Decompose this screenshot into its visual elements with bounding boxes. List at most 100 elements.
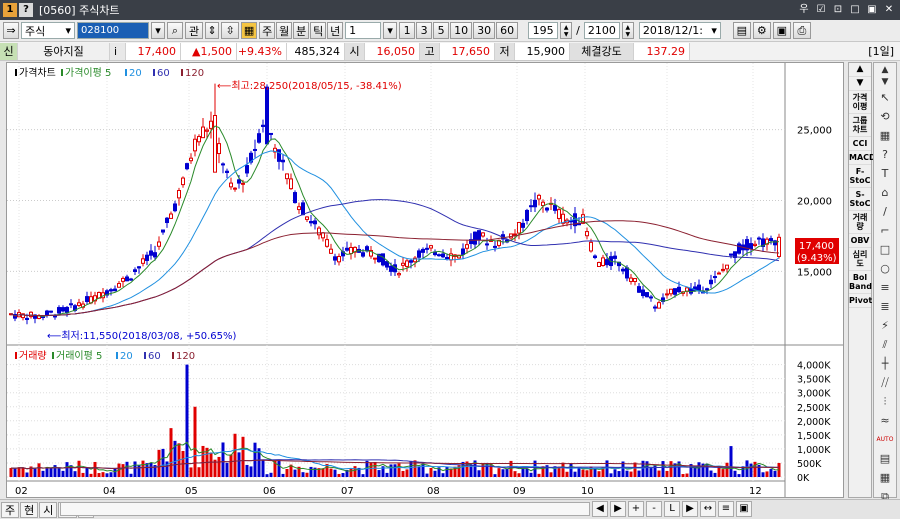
scroll-down-icon[interactable]: ▼	[849, 77, 871, 91]
link-icon[interactable]: ⇒	[3, 22, 19, 39]
drawing-tool-icon[interactable]: ▤	[876, 450, 894, 467]
window-control-1[interactable]: ☑	[814, 2, 828, 17]
period-button[interactable]: 틱	[310, 22, 327, 39]
drawing-tool-icon[interactable]: ⫶	[876, 393, 894, 410]
drawing-tool-icon[interactable]: ⫽	[876, 336, 894, 353]
drawing-tool-icon[interactable]: ⧸⧸	[876, 374, 894, 391]
calendar-icon[interactable]: ▦	[241, 22, 258, 39]
drawing-tool-icon[interactable]: ⌐	[876, 222, 894, 239]
nav-icon[interactable]: ≡	[718, 501, 734, 517]
volume-bar	[329, 468, 333, 477]
count-spinner[interactable]: ▲ ▼	[560, 22, 573, 39]
date-input[interactable]: 2018/12/1: ▾	[638, 22, 721, 39]
candle-body	[401, 262, 405, 266]
indicator-item[interactable]: 가격이평	[849, 91, 871, 114]
search-icon[interactable]: ⌕	[167, 22, 183, 39]
window-control-2[interactable]: ⊡	[831, 2, 845, 17]
drawing-tool-icon[interactable]: AUTO	[876, 431, 894, 448]
period-button[interactable]: 월	[276, 22, 293, 39]
indicator-item[interactable]: Pivot	[849, 294, 872, 308]
nav-icon[interactable]: ▶	[610, 501, 626, 517]
drawing-tool-icon[interactable]: ?	[876, 146, 894, 163]
bottom-tab[interactable]: 현	[20, 501, 39, 518]
drawing-tool-icon[interactable]: ⟲	[876, 108, 894, 125]
period-button[interactable]: 년	[327, 22, 344, 39]
scroll-spinner[interactable]: ⇳	[221, 22, 240, 39]
nav-icon[interactable]: ◀	[592, 501, 608, 517]
candle-body	[493, 245, 497, 248]
help-icon[interactable]: ?	[19, 3, 33, 17]
quick-interval-button[interactable]: 30	[473, 22, 496, 39]
watch-button[interactable]: 관	[185, 22, 204, 39]
nav-icon[interactable]: L	[664, 501, 680, 517]
window-control-4[interactable]: ▣	[865, 2, 879, 17]
volume-bar	[225, 463, 229, 477]
stock-chart[interactable]: 25,000 20,000 15,000 4,000K 3,500K 3,000K 2,50…	[7, 63, 843, 497]
indicator-item[interactable]: 심리도	[849, 248, 871, 271]
period-button[interactable]: 주	[259, 22, 276, 39]
interval-input[interactable]: 1	[345, 22, 382, 39]
stock-code-input[interactable]: 028100	[77, 22, 149, 39]
interval-dropdown[interactable]: ▾	[383, 22, 398, 39]
drawing-tool-icon[interactable]: □	[876, 241, 894, 258]
indicator-item[interactable]: CCI	[849, 137, 871, 151]
drawing-tool-icon[interactable]: ⚡	[876, 317, 894, 334]
indicator-item[interactable]: 거래량	[849, 211, 871, 234]
count-input[interactable]: 195	[528, 22, 559, 39]
chart-scrollbar[interactable]	[60, 502, 590, 516]
drawing-tool-icon[interactable]: ↖	[876, 89, 894, 106]
indicator-item[interactable]: 그룹차트	[849, 114, 871, 137]
nav-icon[interactable]: +	[628, 501, 644, 517]
nav-icon[interactable]: ↔	[700, 501, 716, 517]
quick-interval-button[interactable]: 5	[433, 22, 450, 39]
drawing-tool-icon[interactable]: /	[876, 203, 894, 220]
bottom-tab[interactable]: 시	[39, 501, 58, 518]
scroll-up-icon[interactable]: ▲	[876, 65, 894, 75]
total-input[interactable]: 2100	[583, 22, 620, 39]
indicator-item[interactable]: OBV	[849, 234, 871, 248]
market-select[interactable]: 주식 ▾	[21, 22, 75, 39]
indicator-item[interactable]: F-StoC	[849, 165, 871, 188]
drawing-tool-icon[interactable]: ▦	[876, 469, 894, 486]
volume-bar	[549, 472, 553, 477]
scroll-down-icon[interactable]: ▼	[876, 77, 894, 87]
total-spinner[interactable]: ▲ ▼	[621, 22, 634, 39]
print-icon[interactable]: ⎙	[792, 22, 811, 39]
scroll-up-icon[interactable]: ▲	[849, 63, 871, 77]
code-dropdown[interactable]: ▾	[151, 22, 165, 39]
bottom-tab[interactable]: 주	[1, 501, 20, 518]
period-button[interactable]: 분	[293, 22, 310, 39]
volume-bar	[505, 468, 509, 477]
candle-body	[657, 302, 661, 309]
quick-interval-button[interactable]: 3	[416, 22, 433, 39]
indicator-icon[interactable]: ⚙	[752, 22, 771, 39]
window-control-5[interactable]: ✕	[882, 2, 896, 17]
save-icon[interactable]: ▣	[772, 22, 791, 39]
drawing-tool-icon[interactable]: ┼	[876, 355, 894, 372]
window-title: [0560] 주식차트	[39, 4, 120, 17]
nav-icon[interactable]: -	[646, 501, 662, 517]
volume-tick-label: 500K	[797, 459, 822, 470]
drawing-tool-icon[interactable]: ⌂	[876, 184, 894, 201]
drawing-tool-icon[interactable]: ○	[876, 260, 894, 277]
drawing-tool-icon[interactable]: ≡	[876, 279, 894, 296]
indicator-item[interactable]: S-StoC	[849, 188, 871, 211]
drawing-tool-icon[interactable]: T	[876, 165, 894, 182]
quick-interval-button[interactable]: 1	[399, 22, 416, 39]
drawing-tool-icon[interactable]: ≈	[876, 412, 894, 429]
window-control-0[interactable]: 우	[797, 2, 811, 17]
quick-interval-button[interactable]: 10	[450, 22, 473, 39]
indicator-item[interactable]: MACD	[849, 151, 876, 165]
indicator-item[interactable]: Bol Band	[849, 271, 872, 294]
info-icon[interactable]: i	[110, 42, 126, 60]
chart-setting-icon[interactable]: ▤	[732, 22, 751, 39]
window-control-3[interactable]: □	[848, 2, 862, 17]
nav-icon[interactable]: ▣	[736, 501, 752, 517]
drawing-tool-icon[interactable]: ▦	[876, 127, 894, 144]
spinner-icon[interactable]: ⇕	[205, 22, 220, 39]
quick-interval-button[interactable]: 60	[496, 22, 519, 39]
nav-icon[interactable]: ▶	[682, 501, 698, 517]
candle-body	[121, 277, 125, 282]
chart-area[interactable]: 25,000 20,000 15,000 4,000K 3,500K 3,000K 2,50…	[6, 62, 844, 498]
drawing-tool-icon[interactable]: ≣	[876, 298, 894, 315]
